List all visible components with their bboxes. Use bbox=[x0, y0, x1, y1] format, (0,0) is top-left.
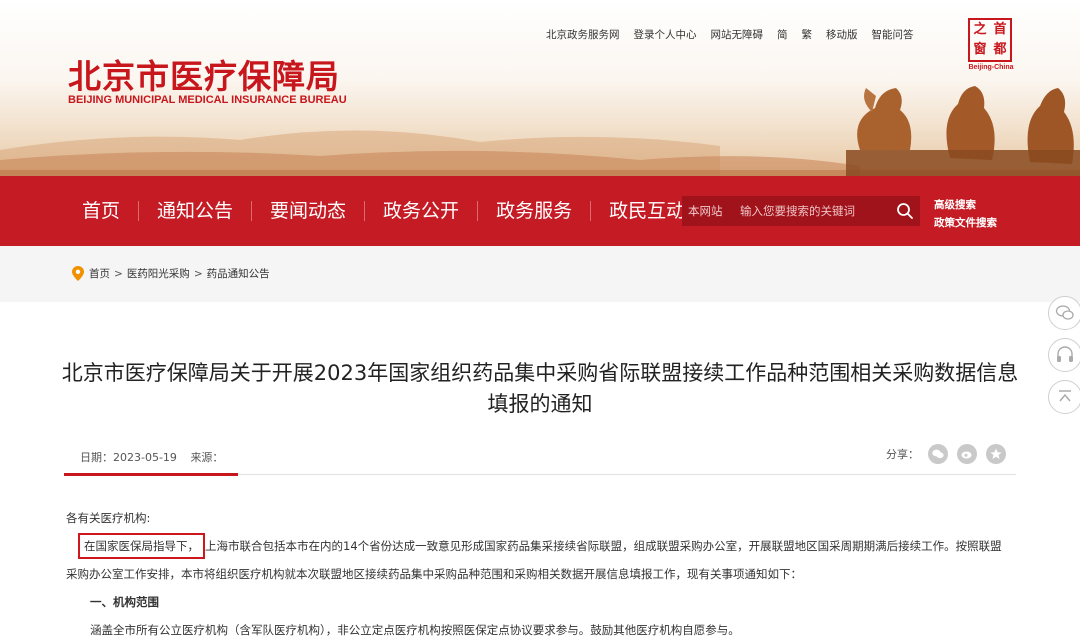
location-pin-icon bbox=[72, 266, 84, 281]
star-icon[interactable] bbox=[986, 444, 1006, 464]
search-icon bbox=[897, 203, 913, 219]
share-bar: 分享： bbox=[886, 444, 1006, 464]
breadcrumb-bar: 首页 > 医药阳光采购 > 药品通知公告 bbox=[0, 246, 1080, 302]
search-input[interactable] bbox=[740, 204, 890, 218]
advanced-search-links: 高级搜索 政策文件搜索 bbox=[934, 197, 997, 230]
seal-char: 首 bbox=[993, 22, 1007, 37]
article-title: 北京市医疗保障局关于开展2023年国家组织药品集中采购省际联盟接续工作品种范围相… bbox=[61, 361, 1019, 416]
seal-char: 都 bbox=[993, 42, 1007, 57]
chat-icon bbox=[1055, 305, 1074, 320]
header-banner: 北京市医疗保障局 BEIJING MUNICIPAL MEDICAL INSUR… bbox=[0, 0, 1080, 176]
back-to-top-button[interactable] bbox=[1048, 380, 1080, 414]
link-simplified[interactable]: 简 bbox=[777, 27, 788, 42]
highlighted-phrase: 在国家医保局指导下， bbox=[78, 533, 205, 559]
logo-subtitle: BEIJING MUNICIPAL MEDICAL INSURANCE BURE… bbox=[68, 94, 347, 106]
back-to-top-icon bbox=[1059, 390, 1071, 402]
link-gov-service[interactable]: 北京政务服务网 bbox=[546, 27, 620, 42]
paragraph-2: 涵盖全市所有公立医疗机构（含军队医疗机构），非公立定点医疗机构按照医保定点协议要… bbox=[90, 623, 740, 637]
share-label: 分享： bbox=[886, 448, 919, 461]
policy-search-link[interactable]: 政策文件搜索 bbox=[934, 215, 997, 230]
seal-english: Beijing-China bbox=[968, 64, 1014, 71]
breadcrumb-drug-notices[interactable]: 药品通知公告 bbox=[207, 266, 270, 281]
paragraph-1: 在国家医保局指导下， 上海市联合包括本市在内的14个省份达成一致意见形成国家药品集… bbox=[66, 532, 1010, 588]
top-links: 北京政务服务网 登录个人中心 网站无障碍 简 繁 移动版 智能问答 bbox=[546, 27, 914, 42]
link-mobile[interactable]: 移动版 bbox=[826, 27, 858, 42]
link-smart-qa[interactable]: 智能问答 bbox=[872, 27, 914, 42]
section-heading: 一、机构范围 bbox=[90, 595, 159, 609]
nav-notices[interactable]: 通知公告 bbox=[138, 201, 251, 221]
nav-home[interactable]: 首页 bbox=[64, 201, 138, 221]
logo-title[interactable]: 北京市医疗保障局 bbox=[68, 50, 340, 98]
salutation: 各有关医疗机构: bbox=[66, 511, 151, 525]
search-scope[interactable]: 本网站 bbox=[682, 203, 740, 219]
weibo-icon[interactable] bbox=[957, 444, 977, 464]
advanced-search-link[interactable]: 高级搜索 bbox=[934, 197, 997, 212]
chat-button[interactable] bbox=[1048, 296, 1080, 330]
breadcrumb-procurement[interactable]: 医药阳光采购 bbox=[127, 266, 190, 281]
link-login[interactable]: 登录个人中心 bbox=[634, 27, 697, 42]
headset-icon bbox=[1057, 346, 1073, 362]
paragraph-1-text: 上海市联合包括本市在内的14个省份达成一致意见形成国家药品集采接续省际联盟，组成… bbox=[66, 539, 1002, 581]
side-toolbar bbox=[1048, 296, 1080, 414]
capital-seal[interactable]: 之 首 窗 都 Beijing-China bbox=[968, 18, 1014, 76]
nav-news[interactable]: 要闻动态 bbox=[251, 201, 364, 221]
search-button[interactable] bbox=[890, 196, 920, 226]
link-traditional[interactable]: 繁 bbox=[802, 27, 813, 42]
nav-gov-affairs[interactable]: 政务公开 bbox=[364, 201, 477, 221]
page: 北京市医疗保障局 BEIJING MUNICIPAL MEDICAL INSUR… bbox=[0, 0, 1080, 642]
breadcrumb-home[interactable]: 首页 bbox=[89, 266, 110, 281]
seal-char: 之 bbox=[973, 22, 987, 37]
nav-gov-services[interactable]: 政务服务 bbox=[477, 201, 590, 221]
article-meta: 日期：2023-05-19 来源： bbox=[80, 449, 223, 465]
seal-char: 窗 bbox=[973, 42, 987, 57]
breadcrumb-separator: > bbox=[193, 267, 203, 280]
breadcrumb: 首页 > 医药阳光采购 > 药品通知公告 bbox=[72, 266, 270, 281]
wechat-icon[interactable] bbox=[928, 444, 948, 464]
article-source: 来源： bbox=[190, 451, 224, 464]
service-button[interactable] bbox=[1048, 338, 1080, 372]
article-body: 各有关医疗机构: 在国家医保局指导下， 上海市联合包括本市在内的14个省份达成一致… bbox=[66, 504, 1010, 642]
article-date: 日期：2023-05-19 bbox=[80, 451, 177, 464]
meta-accent-bar bbox=[64, 473, 238, 476]
link-accessibility[interactable]: 网站无障碍 bbox=[711, 27, 764, 42]
search-box: 本网站 bbox=[682, 196, 920, 226]
breadcrumb-separator: > bbox=[114, 267, 123, 280]
